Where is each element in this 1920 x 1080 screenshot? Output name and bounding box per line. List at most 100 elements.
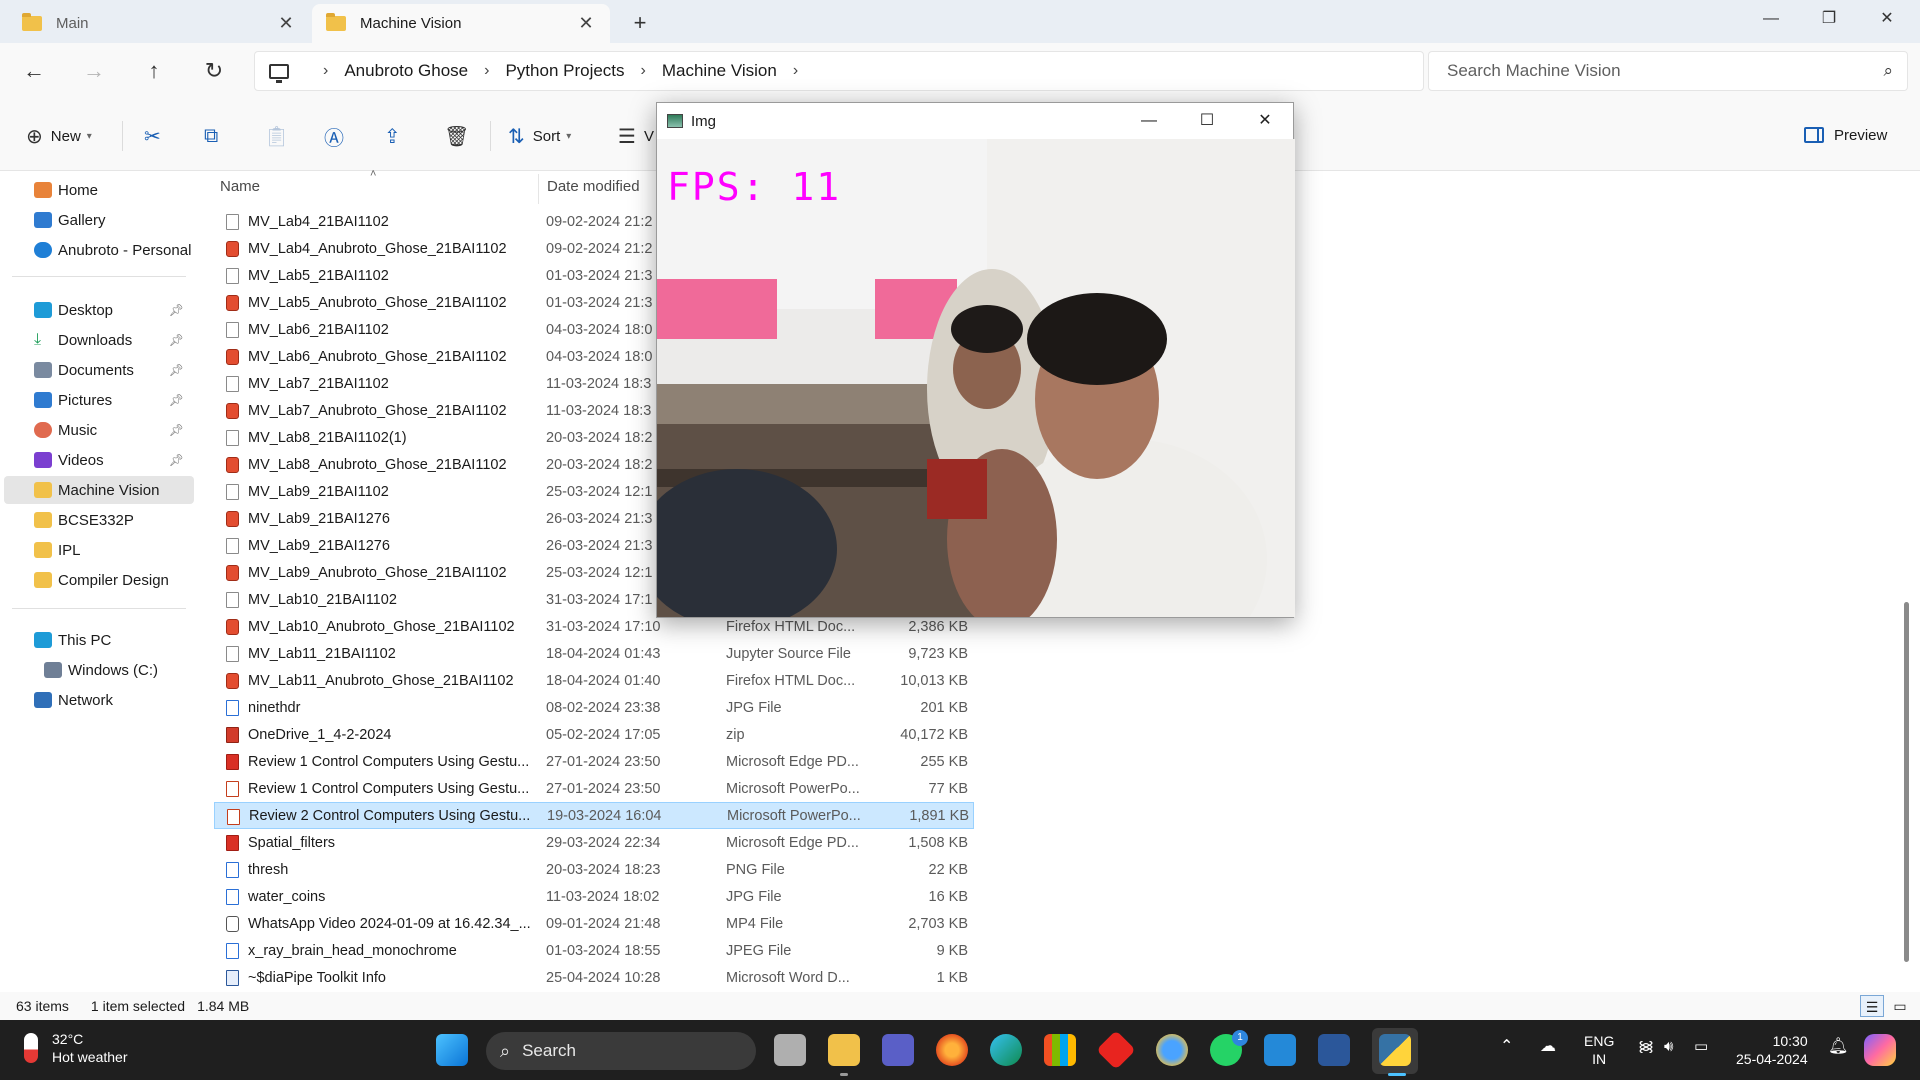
onedrive-cloud-icon[interactable]: ☁ [1540,1038,1556,1056]
clock[interactable]: 10:30 25-04-2024 [1736,1032,1808,1068]
taskbar-search[interactable]: ⌕ Search [486,1032,756,1070]
view-button[interactable]: ☰ V [618,121,654,151]
nav-item-machine-vision[interactable]: Machine Vision [4,476,194,504]
share-button[interactable]: ⇪ [384,121,409,151]
close-tab-icon[interactable]: ✕ [276,13,296,34]
cut-button[interactable]: ✂ [144,121,169,151]
details-view-button[interactable]: ☰ [1860,995,1884,1017]
pin-icon[interactable]: 📌︎ [169,423,184,437]
file-row[interactable]: OneDrive_1_4-2-2024 05-02-2024 17:05 zip 40… [214,721,974,748]
preview-button[interactable]: Preview [1804,119,1887,151]
nav-item-documents[interactable]: Documents 📌︎ [4,356,194,384]
close-tab-icon[interactable]: ✕ [576,13,596,34]
file-row[interactable]: MV_Lab11_21BAI1102 18-04-2024 01:43 Jupyte… [214,640,974,667]
python-idle-icon[interactable] [1156,1034,1188,1066]
nav-item-pictures[interactable]: Pictures 📌︎ [4,386,194,414]
nav-item-videos[interactable]: Videos 📌︎ [4,446,194,474]
file-explorer-icon[interactable] [828,1034,860,1066]
chevron-right-icon[interactable]: › [323,62,328,80]
wifi-icon[interactable]: ᯼ [1638,1038,1654,1056]
pin-icon[interactable]: 📌︎ [169,393,184,407]
chevron-right-icon[interactable]: › [484,62,489,80]
close-window-button[interactable]: ✕ [1858,0,1916,40]
teams-icon[interactable] [882,1034,914,1066]
weather-widget[interactable]: 32°C Hot weather [24,1030,127,1066]
volume-icon[interactable]: 🔊︎ [1664,1038,1673,1056]
close-window-button[interactable]: ✕ [1237,103,1293,139]
pin-icon[interactable]: 📌︎ [169,303,184,317]
nav-item-this-pc[interactable]: This PC [4,626,194,654]
column-header-date[interactable]: Date modified [547,178,640,195]
python-icon[interactable] [1379,1034,1411,1066]
file-row[interactable]: x_ray_brain_head_monochrome 01-03-2024 18… [214,937,974,964]
nav-item-windows-c[interactable]: Windows (C:) [4,656,194,684]
copy-button[interactable]: ⧉ [204,121,226,151]
vscode-icon[interactable] [1264,1034,1296,1066]
firefox-icon[interactable] [936,1034,968,1066]
address-bar[interactable]: › Anubroto Ghose › Python Projects › Mac… [254,51,1424,91]
nav-item-compiler-design[interactable]: Compiler Design [4,566,194,594]
new-tab-button[interactable]: + [624,8,656,38]
nav-item-gallery[interactable]: Gallery [4,206,194,234]
file-row[interactable]: MV_Lab11_Anubroto_Ghose_21BAI1102 18-04-2… [214,667,974,694]
file-row[interactable]: water_coins 11-03-2024 18:02 JPG File 16 KB [214,883,974,910]
nav-item-onedrive[interactable]: Anubroto - Personal [4,236,194,264]
nav-item-desktop[interactable]: Desktop 📌︎ [4,296,194,324]
file-row[interactable]: Spatial_filters 29-03-2024 22:34 Microsoft… [214,829,974,856]
nav-item-ipl[interactable]: IPL [4,536,194,564]
column-header-name[interactable]: Name [220,178,260,195]
paste-button[interactable]: 📋︎ [264,121,297,151]
minimize-button[interactable]: — [1121,103,1177,139]
file-row[interactable]: ninethdr 08-02-2024 23:38 JPG File 201 KB [214,694,974,721]
breadcrumb-python-projects[interactable]: Python Projects [505,61,624,81]
nav-item-home[interactable]: Home [4,176,194,204]
nav-item-bcse332p[interactable]: BCSE332P [4,506,194,534]
chevron-right-icon[interactable]: › [793,62,798,80]
nav-item-network[interactable]: Network [4,686,194,714]
file-row[interactable]: Review 2 Control Computers Using Gestu..… [214,802,974,829]
chevron-right-icon[interactable]: › [641,62,646,80]
refresh-button[interactable]: ↻ [196,55,232,87]
task-view-icon[interactable] [774,1034,806,1066]
nav-item-music[interactable]: Music 📌︎ [4,416,194,444]
notification-bell-icon[interactable]: 🔔︎ [1828,1038,1848,1056]
pin-icon[interactable]: 📌︎ [169,333,184,347]
breadcrumb-machine-vision[interactable]: Machine Vision [662,61,777,81]
new-button[interactable]: ⊕ New ▾ [26,121,92,151]
tiles-view-button[interactable]: ▭ [1888,995,1912,1017]
column-divider[interactable] [538,174,539,204]
sort-button[interactable]: ⇅ Sort ▾ [508,121,571,151]
anydesk-icon[interactable] [1096,1030,1136,1070]
battery-icon[interactable]: ▭ [1694,1038,1708,1056]
scrollbar[interactable] [1904,602,1909,962]
opencv-image-window[interactable]: Img — ☐ ✕ FPS: 11 [656,102,1295,618]
pin-icon[interactable]: 📌︎ [169,453,184,467]
breadcrumb-user[interactable]: Anubroto Ghose [344,61,468,81]
start-button[interactable] [436,1034,468,1066]
file-row[interactable]: Review 1 Control Computers Using Gestu..… [214,775,974,802]
file-row[interactable]: Review 1 Control Computers Using Gestu..… [214,748,974,775]
nav-item-downloads[interactable]: ⤓ Downloads 📌︎ [4,326,194,354]
pin-icon[interactable]: 📌︎ [169,363,184,377]
copilot-icon[interactable] [1864,1034,1896,1066]
rename-button[interactable]: Ⓐ [324,121,352,151]
tab-machine-vision[interactable]: Machine Vision ✕ [312,4,610,43]
up-button[interactable]: ↑ [136,55,172,87]
file-size: 9,723 KB [908,645,968,662]
search-input[interactable]: Search Machine Vision ⌕ [1428,51,1908,91]
word-icon[interactable] [1318,1034,1350,1066]
chevron-up-icon[interactable]: ⌃ [1500,1038,1513,1056]
forward-button[interactable]: → [76,55,112,87]
minimize-button[interactable]: — [1742,0,1800,40]
edge-icon[interactable] [990,1034,1022,1066]
store-icon[interactable] [1044,1034,1076,1066]
restore-button[interactable]: ❐ [1800,0,1858,40]
tab-main[interactable]: Main ✕ [8,4,310,43]
delete-button[interactable]: 🗑︎ [444,121,477,151]
file-row[interactable]: ~$diaPipe Toolkit Info 25-04-2024 10:28 Mi… [214,964,974,991]
maximize-button[interactable]: ☐ [1179,103,1235,139]
back-button[interactable]: ← [16,55,52,87]
language-indicator[interactable]: ENG IN [1584,1032,1614,1068]
file-row[interactable]: WhatsApp Video 2024-01-09 at 16.42.34_..… [214,910,974,937]
file-row[interactable]: thresh 20-03-2024 18:23 PNG File 22 KB [214,856,974,883]
